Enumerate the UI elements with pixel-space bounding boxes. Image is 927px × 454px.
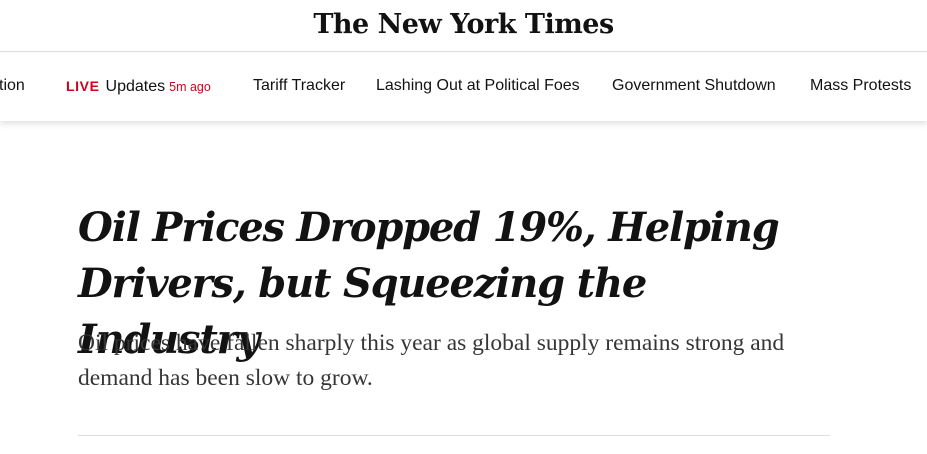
nyt-logo[interactable]: The New York Times [0,8,927,42]
article-summary: Oil prices have fallen sharply this year… [78,330,785,391]
nav-item-mass-protests[interactable]: Mass Protests [810,76,911,96]
topic-nav-bar: tion LIVE Updates 5m ago Tariff Tracker La… [0,53,927,121]
nav-item-tariff-tracker[interactable]: Tariff Tracker [253,76,345,96]
nav-item-live-label: Updates [105,78,166,95]
divider [78,435,830,436]
live-timestamp: 5m ago [169,80,211,94]
masthead: The New York Times [0,0,927,52]
live-badge: LIVE [66,78,100,94]
nav-item-live-updates[interactable]: LIVE Updates 5m ago [66,76,211,97]
nav-item-government-shutdown[interactable]: Government Shutdown [612,76,776,96]
nav-item-political-foes[interactable]: Lashing Out at Political Foes [376,76,580,96]
nav-item-truncated[interactable]: tion [0,76,25,96]
